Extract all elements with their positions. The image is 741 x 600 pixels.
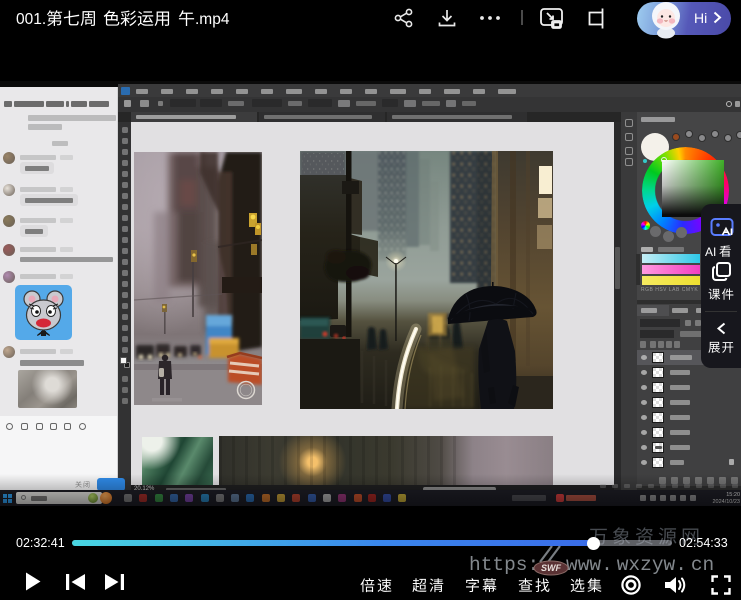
svg-text:SWF: SWF (541, 563, 561, 573)
